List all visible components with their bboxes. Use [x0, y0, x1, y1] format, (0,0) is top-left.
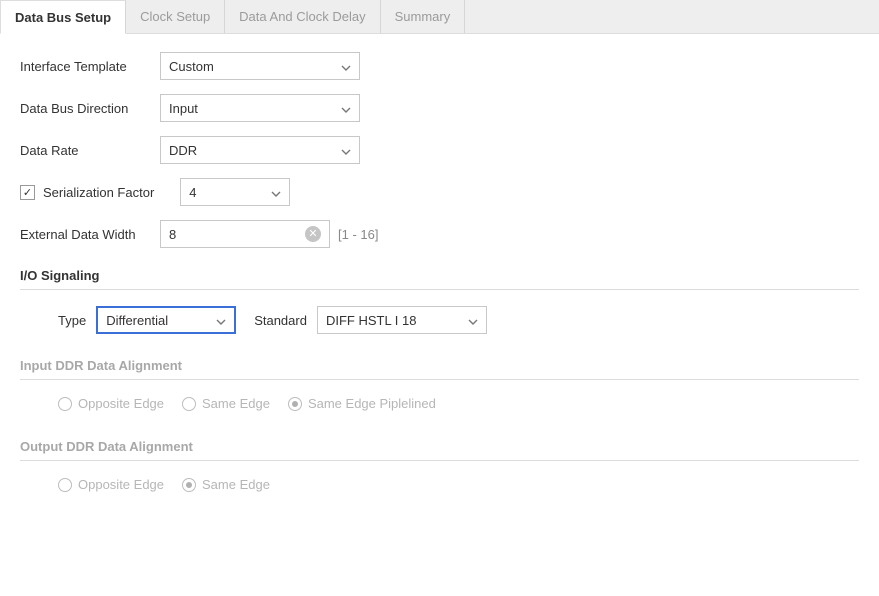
radio-icon — [58, 478, 72, 492]
data-rate-value: DDR — [169, 143, 197, 158]
data-bus-direction-label: Data Bus Direction — [20, 101, 160, 116]
output-ddr-opposite-edge-radio[interactable]: Opposite Edge — [58, 477, 164, 492]
radio-label: Same Edge — [202, 396, 270, 411]
tab-bar: Data Bus Setup Clock Setup Data And Cloc… — [0, 0, 879, 34]
radio-icon — [182, 397, 196, 411]
serialization-factor-value: 4 — [189, 185, 196, 200]
data-bus-direction-value: Input — [169, 101, 198, 116]
interface-template-value: Custom — [169, 59, 214, 74]
chevron-down-icon — [341, 101, 351, 116]
output-ddr-title: Output DDR Data Alignment — [20, 439, 859, 454]
external-data-width-value: 8 — [169, 227, 176, 242]
chevron-down-icon — [341, 143, 351, 158]
data-bus-direction-select[interactable]: Input — [160, 94, 360, 122]
divider — [20, 460, 859, 461]
serialization-factor-checkbox[interactable]: ✓ — [20, 185, 35, 200]
io-type-value: Differential — [106, 313, 168, 328]
tab-clock-setup[interactable]: Clock Setup — [126, 0, 225, 33]
divider — [20, 379, 859, 380]
interface-template-select[interactable]: Custom — [160, 52, 360, 80]
io-signaling-title: I/O Signaling — [20, 268, 859, 283]
chevron-down-icon — [468, 313, 478, 328]
output-ddr-same-edge-radio[interactable]: Same Edge — [182, 477, 270, 492]
io-standard-label: Standard — [254, 313, 307, 328]
chevron-down-icon — [216, 313, 226, 328]
chevron-down-icon — [341, 59, 351, 74]
input-ddr-radio-group: Opposite Edge Same Edge Same Edge Piplel… — [20, 396, 859, 411]
interface-template-label: Interface Template — [20, 59, 160, 74]
radio-label: Opposite Edge — [78, 477, 164, 492]
radio-icon — [288, 397, 302, 411]
serialization-factor-label: Serialization Factor — [43, 185, 154, 200]
external-data-width-label: External Data Width — [20, 227, 160, 242]
serialization-factor-select[interactable]: 4 — [180, 178, 290, 206]
tab-data-and-clock-delay[interactable]: Data And Clock Delay — [225, 0, 380, 33]
io-type-select[interactable]: Differential — [96, 306, 236, 334]
radio-label: Same Edge — [202, 477, 270, 492]
data-rate-label: Data Rate — [20, 143, 160, 158]
tab-data-bus-setup[interactable]: Data Bus Setup — [0, 0, 126, 34]
io-type-label: Type — [58, 313, 86, 328]
radio-icon — [58, 397, 72, 411]
radio-label: Opposite Edge — [78, 396, 164, 411]
external-data-width-hint: [1 - 16] — [338, 227, 378, 242]
io-standard-select[interactable]: DIFF HSTL I 18 — [317, 306, 487, 334]
input-ddr-same-edge-radio[interactable]: Same Edge — [182, 396, 270, 411]
tab-panel-data-bus-setup: Interface Template Custom Data Bus Direc… — [0, 34, 879, 530]
radio-label: Same Edge Piplelined — [308, 396, 436, 411]
chevron-down-icon — [271, 185, 281, 200]
external-data-width-input[interactable]: 8 ✕ — [160, 220, 330, 248]
input-ddr-same-edge-pipelined-radio[interactable]: Same Edge Piplelined — [288, 396, 436, 411]
io-standard-value: DIFF HSTL I 18 — [326, 313, 417, 328]
output-ddr-radio-group: Opposite Edge Same Edge — [20, 477, 859, 492]
input-ddr-opposite-edge-radio[interactable]: Opposite Edge — [58, 396, 164, 411]
input-ddr-title: Input DDR Data Alignment — [20, 358, 859, 373]
data-rate-select[interactable]: DDR — [160, 136, 360, 164]
tab-summary[interactable]: Summary — [381, 0, 466, 33]
clear-icon[interactable]: ✕ — [305, 226, 321, 242]
divider — [20, 289, 859, 290]
radio-icon — [182, 478, 196, 492]
